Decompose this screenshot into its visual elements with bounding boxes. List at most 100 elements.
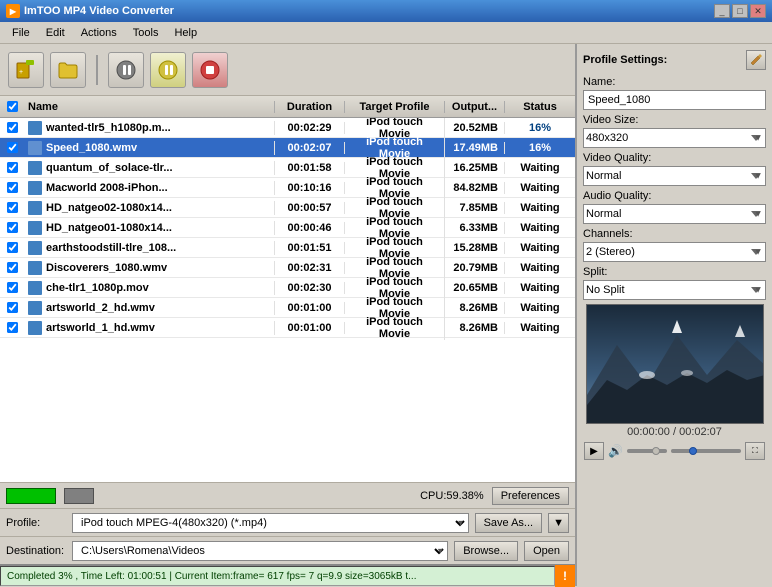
profile-label: Profile: — [6, 517, 66, 529]
file-output: 16.25MB — [445, 162, 505, 174]
file-checkbox[interactable] — [6, 242, 17, 253]
select-all-checkbox[interactable] — [6, 101, 17, 112]
fullscreen-button[interactable]: ⛶ — [745, 442, 765, 460]
file-output: 15.28MB — [445, 242, 505, 254]
file-output: 20.52MB — [445, 122, 505, 134]
table-row[interactable]: artsworld_1_hd.wmv 00:01:00 iPod touch M… — [0, 318, 575, 338]
file-checkbox[interactable] — [6, 202, 17, 213]
titlebar-title: ImTOO MP4 Video Converter — [24, 5, 174, 17]
table-row[interactable]: Macworld 2008-iPhon... 00:10:16 iPod tou… — [0, 178, 575, 198]
add-folder-button[interactable] — [50, 52, 86, 88]
file-checkbox[interactable] — [6, 302, 17, 313]
audio-quality-label: Audio Quality: — [583, 190, 766, 202]
svg-text:+: + — [19, 69, 23, 76]
file-output: 6.33MB — [445, 222, 505, 234]
profile-settings-header: Profile Settings: — [583, 50, 766, 70]
file-checkbox[interactable] — [6, 282, 17, 293]
profile-edit-button[interactable] — [746, 50, 766, 70]
save-as-button[interactable]: Save As... — [475, 513, 543, 533]
file-duration: 00:02:31 — [275, 262, 345, 274]
table-row[interactable]: quantum_of_solace-tlr... 00:01:58 iPod t… — [0, 158, 575, 178]
file-checkbox[interactable] — [6, 142, 17, 153]
file-checkbox[interactable] — [6, 222, 17, 233]
table-row[interactable]: Speed_1080.wmv 00:02:07 iPod touch Movie… — [0, 138, 575, 158]
browse-button[interactable]: Browse... — [454, 541, 518, 561]
row-check[interactable] — [0, 241, 24, 254]
channels-select[interactable]: 2 (Stereo) 1 (Mono) — [583, 242, 766, 262]
titlebar-controls[interactable]: _ □ ✕ — [714, 4, 766, 18]
volume-icon[interactable]: 🔊 — [608, 444, 623, 458]
row-check[interactable] — [0, 201, 24, 214]
file-checkbox[interactable] — [6, 162, 17, 173]
split-select[interactable]: No Split Split by Size Split by Time — [583, 280, 766, 300]
file-checkbox[interactable] — [6, 262, 17, 273]
file-checkbox[interactable] — [6, 182, 17, 193]
statusbar-warning-icon[interactable]: ! — [555, 565, 575, 587]
destination-label: Destination: — [6, 545, 66, 557]
preferences-button[interactable]: Preferences — [492, 487, 569, 505]
table-row[interactable]: earthstoodstill-tlre_108... 00:01:51 iPo… — [0, 238, 575, 258]
seek-bar[interactable] — [671, 447, 741, 455]
add-file-button[interactable]: + — [8, 52, 44, 88]
row-check[interactable] — [0, 321, 24, 334]
titlebar: ▶ ImTOO MP4 Video Converter _ □ ✕ — [0, 0, 772, 22]
menu-tools[interactable]: Tools — [125, 25, 167, 41]
file-status: Waiting — [505, 242, 575, 254]
video-size-field-group: Video Size: 480x320 320x240 640x480 1280… — [583, 114, 766, 148]
pause-all-button[interactable] — [150, 52, 186, 88]
file-name: HD_natgeo01-1080x14... — [24, 221, 275, 235]
row-check[interactable] — [0, 281, 24, 294]
header-check[interactable] — [0, 100, 24, 113]
destination-select[interactable]: C:\Users\Romena\Videos — [72, 541, 448, 561]
table-row[interactable]: Discoverers_1080.wmv 00:02:31 iPod touch… — [0, 258, 575, 278]
bottom-bar: CPU:59.38% Preferences — [0, 482, 575, 508]
file-status: Waiting — [505, 162, 575, 174]
menu-actions[interactable]: Actions — [73, 25, 125, 41]
statusbar-text: Completed 3% , Time Left: 01:00:51 | Cur… — [0, 566, 555, 586]
file-duration: 00:01:00 — [275, 302, 345, 314]
row-check[interactable] — [0, 141, 24, 154]
video-quality-select[interactable]: Normal Low High Very High — [583, 166, 766, 186]
cpu-text: CPU:59.38% — [420, 490, 484, 502]
minimize-button[interactable]: _ — [714, 4, 730, 18]
table-row[interactable]: artsworld_2_hd.wmv 00:01:00 iPod touch M… — [0, 298, 575, 318]
row-check[interactable] — [0, 261, 24, 274]
table-row[interactable]: HD_natgeo01-1080x14... 00:00:46 iPod tou… — [0, 218, 575, 238]
menu-file[interactable]: File — [4, 25, 38, 41]
play-button[interactable]: ▶ — [584, 442, 604, 460]
file-list: wanted-tlr5_h1080p.m... 00:02:29 iPod to… — [0, 118, 575, 482]
encode-button[interactable] — [108, 52, 144, 88]
menu-help[interactable]: Help — [166, 25, 205, 41]
preview-image — [586, 304, 764, 424]
row-check[interactable] — [0, 121, 24, 134]
menu-edit[interactable]: Edit — [38, 25, 73, 41]
row-check[interactable] — [0, 301, 24, 314]
file-checkbox[interactable] — [6, 122, 17, 133]
maximize-button[interactable]: □ — [732, 4, 748, 18]
profile-select[interactable]: iPod touch MPEG-4(480x320) (*.mp4) — [72, 513, 469, 533]
audio-quality-select[interactable]: Normal Low High — [583, 204, 766, 224]
preview-container: 00:00:00 / 00:02:07 ▶ 🔊 ⛶ — [583, 304, 766, 580]
name-input[interactable] — [583, 90, 766, 110]
file-duration: 00:00:46 — [275, 222, 345, 234]
video-size-select[interactable]: 480x320 320x240 640x480 1280x720 — [583, 128, 766, 148]
table-row[interactable]: che-tlr1_1080p.mov 00:02:30 iPod touch M… — [0, 278, 575, 298]
menubar: File Edit Actions Tools Help — [0, 22, 772, 44]
main-container: + Name Duration Target Profile — [0, 44, 772, 586]
volume-slider[interactable] — [627, 447, 667, 455]
file-list-header: Name Duration Target Profile Output... S… — [0, 96, 575, 118]
statusbar: Completed 3% , Time Left: 01:00:51 | Cur… — [0, 564, 575, 586]
row-check[interactable] — [0, 181, 24, 194]
open-button[interactable]: Open — [524, 541, 569, 561]
table-row[interactable]: HD_natgeo02-1080x14... 00:00:57 iPod tou… — [0, 198, 575, 218]
stop-all-button[interactable] — [192, 52, 228, 88]
file-status: 16% — [505, 142, 575, 154]
progress-bar-green — [6, 488, 56, 504]
profile-arrow-button[interactable]: ▼ — [548, 513, 569, 533]
close-button[interactable]: ✕ — [750, 4, 766, 18]
row-check[interactable] — [0, 161, 24, 174]
row-check[interactable] — [0, 221, 24, 234]
header-target: Target Profile — [345, 101, 445, 113]
file-checkbox[interactable] — [6, 322, 17, 333]
table-row[interactable]: wanted-tlr5_h1080p.m... 00:02:29 iPod to… — [0, 118, 575, 138]
